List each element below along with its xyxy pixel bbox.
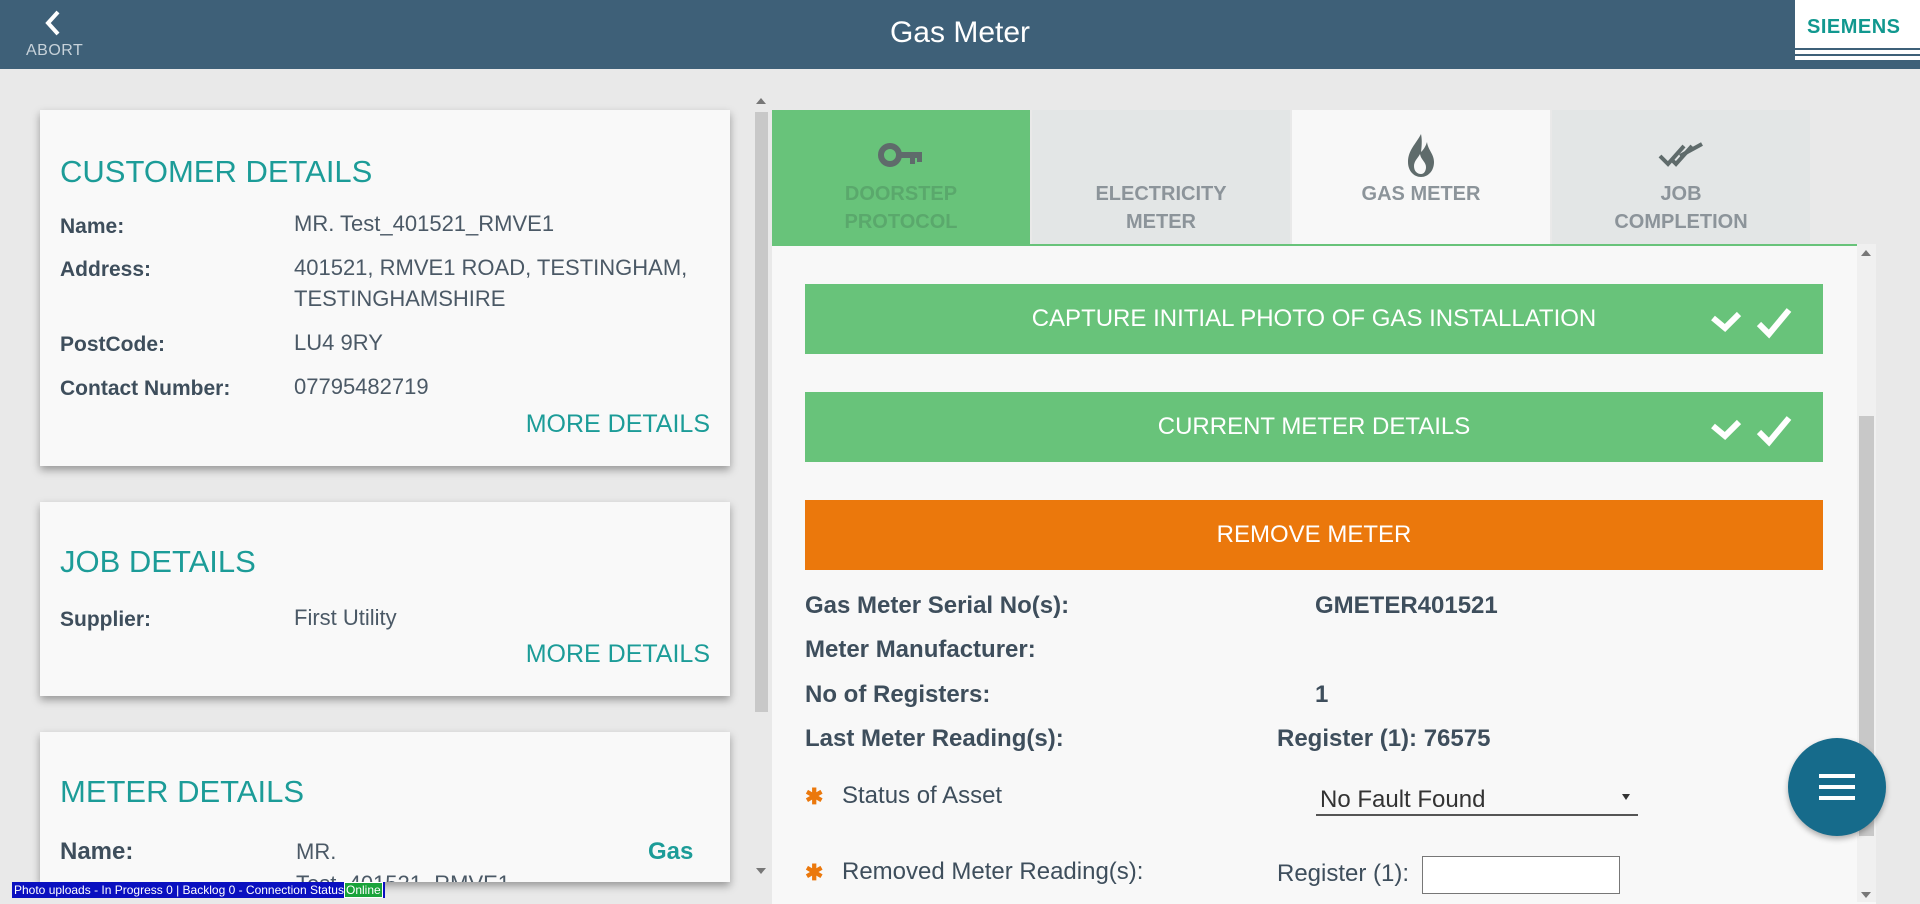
upload-status-text: Photo uploads - In Progress 0 | Backlog …: [14, 883, 344, 897]
scroll-down-icon[interactable]: [1861, 892, 1871, 898]
menu-icon: [1819, 774, 1855, 778]
address-line-2: TESTINGHAMSHIRE: [294, 286, 506, 311]
contact-number: 07795482719: [294, 374, 429, 399]
chevron-down-icon: [1622, 794, 1630, 800]
contact-label: Contact Number:: [60, 377, 231, 400]
required-icon: ✱: [805, 784, 824, 809]
tab-gas-meter[interactable]: GAS METER: [1292, 110, 1550, 244]
scroll-down-icon[interactable]: [756, 868, 766, 874]
address-line-1: 401521, RMVE1 ROAD, TESTINGHAM,: [294, 255, 688, 280]
completed-checks-icon: [1711, 308, 1792, 339]
siemens-logo: SIEMENS: [1795, 0, 1920, 60]
double-check-icon: [1658, 142, 1703, 167]
remove-meter-section[interactable]: REMOVE METER: [805, 500, 1823, 570]
capture-photo-label: CAPTURE INITIAL PHOTO OF GAS INSTALLATIO…: [1031, 305, 1597, 332]
tab-job-completion[interactable]: JOB COMPLETION: [1552, 110, 1810, 244]
menu-icon-bar: [1819, 796, 1855, 800]
manufacturer-label: Meter Manufacturer:: [805, 636, 1036, 663]
menu-button[interactable]: [1788, 738, 1886, 836]
workflow-tabs: DOORSTEP PROTOCOL ELECTRICITY METER GAS ME…: [772, 110, 1810, 244]
customer-details-heading: CUSTOMER DETAILS: [60, 154, 373, 189]
last-reading-value: Register (1): 76575: [1277, 725, 1491, 752]
removed-register-input[interactable]: [1422, 856, 1620, 894]
meter-details-card: METER DETAILS Name: MR. Test_401521_RMVE…: [40, 732, 730, 882]
top-bar: ABORT Gas Meter SIEMENS: [0, 0, 1920, 69]
address-label: Address:: [60, 258, 152, 281]
serial-label: Gas Meter Serial No(s):: [805, 592, 1070, 619]
customer-name: MR. Test_401521_RMVE1: [294, 211, 555, 236]
meter-type: Gas: [648, 838, 694, 865]
status-of-asset-value: No Fault Found: [1320, 786, 1486, 813]
upload-status-bar: Photo uploads - In Progress 0 | Backlog …: [12, 882, 385, 898]
brand-name: SIEMENS: [1807, 16, 1901, 38]
menu-icon-bar: [1819, 785, 1855, 789]
customer-details-card: CUSTOMER DETAILS Name: MR. Test_401521_R…: [40, 110, 730, 466]
registers-label: No of Registers:: [805, 681, 991, 708]
meter-details-heading: METER DETAILS: [60, 774, 305, 809]
status-of-asset-select[interactable]: No Fault Found: [1316, 784, 1638, 816]
tab-gas-meter-label: GAS METER: [1361, 183, 1481, 205]
tab-doorstep-label: DOORSTEP PROTOCOL: [844, 183, 958, 233]
removed-register-label: Register (1):: [1277, 860, 1410, 887]
scroll-up-icon[interactable]: [756, 98, 766, 104]
meter-name-label: Name:: [60, 838, 134, 865]
postcode-label: PostCode:: [60, 333, 165, 356]
tab-electricity-label: ELECTRICITY METER: [1095, 183, 1227, 233]
remove-meter-label: REMOVE METER: [1216, 521, 1412, 548]
customer-more-details-link[interactable]: MORE DETAILS: [526, 410, 710, 439]
required-icon: ✱: [805, 860, 824, 885]
connection-status-badge: Online: [343, 882, 383, 898]
left-scrollbar[interactable]: [752, 92, 770, 882]
page-title: Gas Meter: [889, 16, 1031, 49]
current-meter-details-label: CURRENT METER DETAILS: [1157, 413, 1471, 440]
serial-value: GMETER401521: [1315, 592, 1498, 619]
job-more-details-link[interactable]: MORE DETAILS: [526, 640, 710, 669]
job-details-card: JOB DETAILS Supplier: First Utility MORE…: [40, 502, 730, 696]
last-reading-label: Last Meter Reading(s):: [805, 725, 1064, 752]
flame-icon: [1408, 134, 1434, 177]
status-of-asset-label: Status of Asset: [842, 782, 1003, 809]
job-details-heading: JOB DETAILS: [60, 544, 256, 579]
postcode: LU4 9RY: [294, 330, 383, 355]
gas-meter-panel: CAPTURE INITIAL PHOTO OF GAS INSTALLATIO…: [772, 244, 1876, 904]
current-meter-details-section[interactable]: CURRENT METER DETAILS: [805, 392, 1823, 462]
key-icon: [878, 143, 922, 167]
meter-name-line-1: MR.: [296, 839, 337, 864]
completed-checks-icon: [1711, 416, 1792, 447]
registers-value: 1: [1315, 681, 1329, 708]
supplier-value: First Utility: [294, 605, 397, 630]
name-label: Name:: [60, 215, 125, 238]
tab-doorstep-protocol[interactable]: DOORSTEP PROTOCOL: [772, 110, 1030, 244]
removed-reading-label: Removed Meter Reading(s):: [842, 858, 1144, 885]
tab-electricity-meter[interactable]: ELECTRICITY METER: [1032, 110, 1290, 244]
supplier-label: Supplier:: [60, 608, 152, 631]
tab-job-completion-label: JOB COMPLETION: [1614, 183, 1748, 233]
meter-name-line-2: Test_401521_RMVE1: [296, 868, 510, 882]
left-scrollbar-thumb[interactable]: [755, 112, 768, 712]
scroll-up-icon[interactable]: [1861, 250, 1871, 256]
capture-photo-section[interactable]: CAPTURE INITIAL PHOTO OF GAS INSTALLATIO…: [805, 284, 1823, 354]
